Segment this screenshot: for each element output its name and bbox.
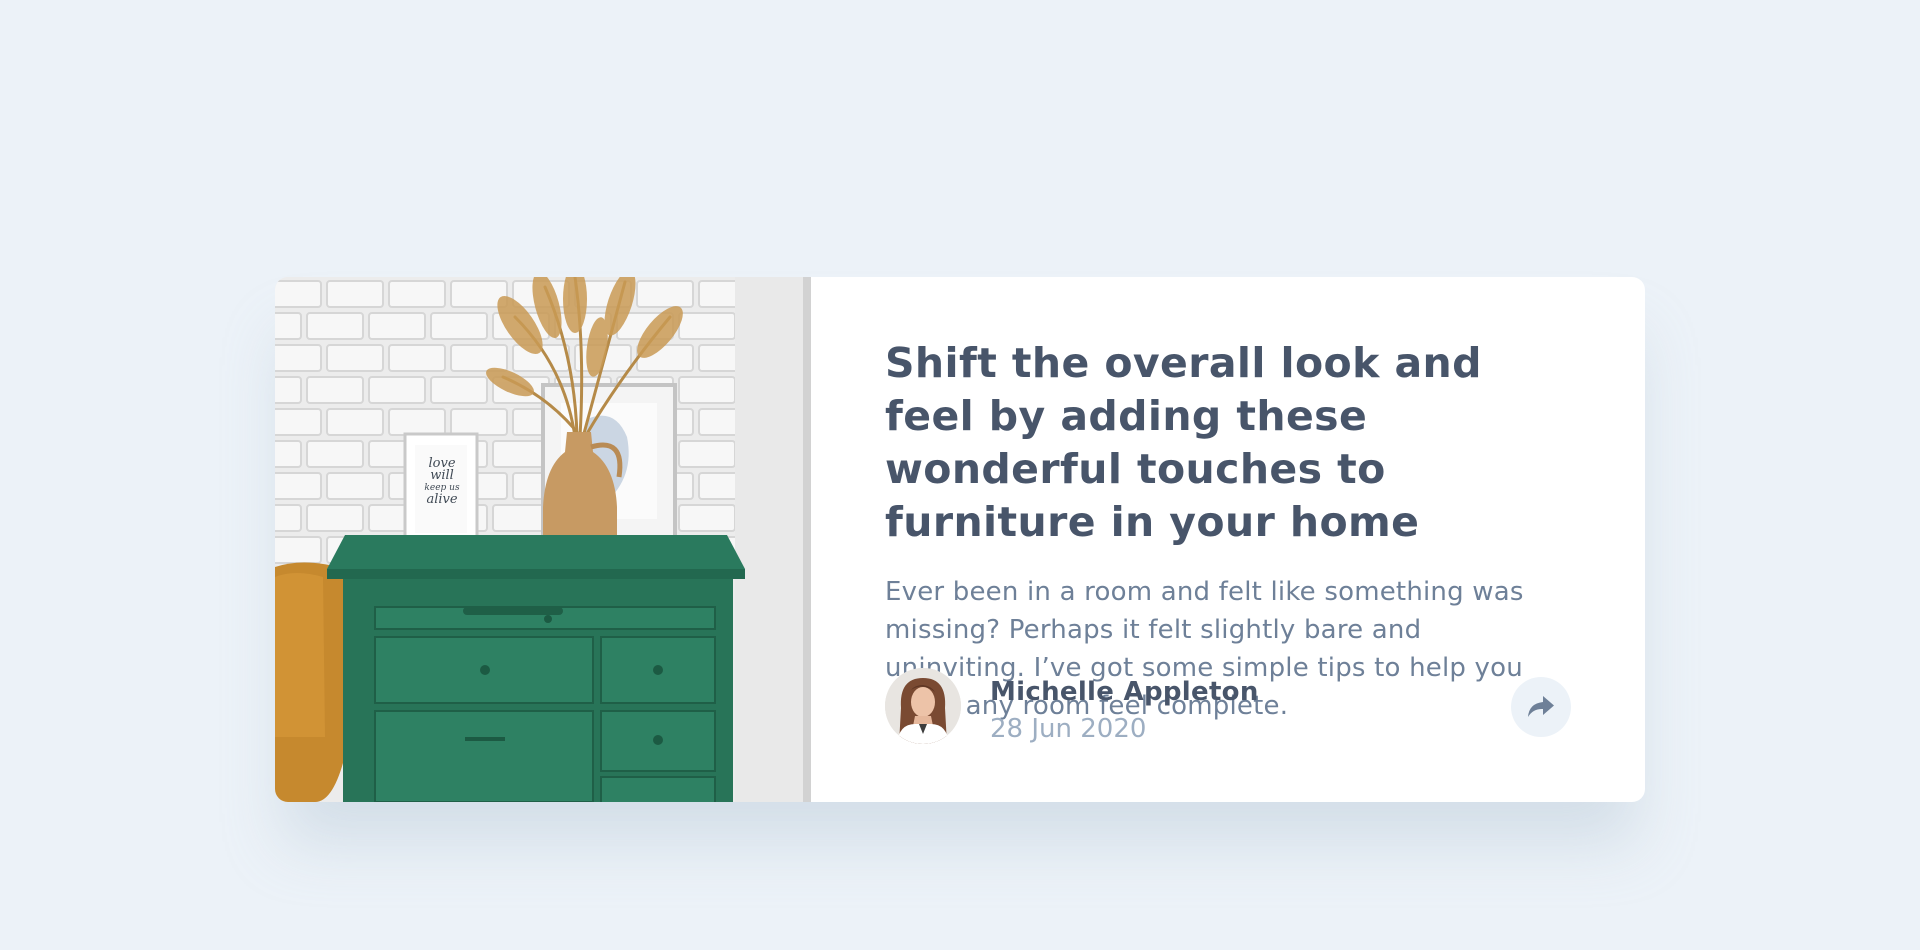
article-title: Shift the overall look and feel by addin… xyxy=(885,339,1482,546)
frame-text-line: alive xyxy=(426,492,458,507)
article-image: love will keep us alive xyxy=(275,277,811,802)
share-icon xyxy=(1528,696,1554,718)
avatar xyxy=(885,668,961,744)
author-row: Michelle Appleton 28 Jun 2020 xyxy=(885,668,1571,746)
author-name: Michelle Appleton xyxy=(990,677,1259,707)
article-card: love will keep us alive Shift the overal… xyxy=(275,277,1645,802)
frame-text-line: will xyxy=(430,468,454,483)
frame-lettering: love will keep us alive xyxy=(421,457,463,507)
article-content: Shift the overall look and feel by addin… xyxy=(811,277,1645,802)
avatar-photo xyxy=(885,668,961,744)
share-button[interactable] xyxy=(1511,677,1571,737)
post-date: 28 Jun 2020 xyxy=(990,714,1147,744)
drawers-photo xyxy=(275,277,811,802)
